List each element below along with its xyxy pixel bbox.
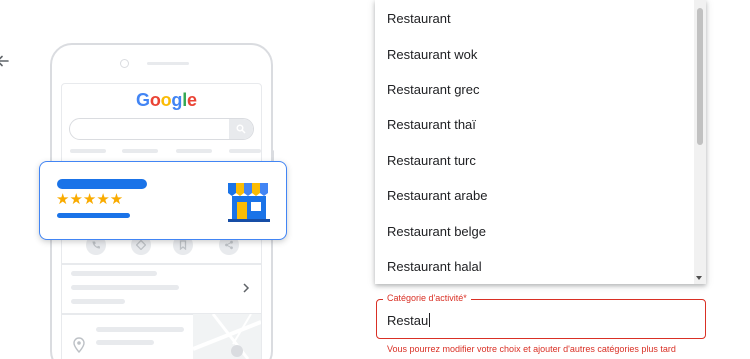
logo-letter: e — [187, 90, 197, 110]
placeholder-line — [71, 299, 125, 304]
placeholder-line — [96, 340, 154, 345]
scrollbar-thumb[interactable] — [697, 8, 703, 145]
logo-letter: o — [149, 90, 161, 110]
dropdown-option[interactable]: Restaurant turc — [375, 143, 693, 178]
logo-letter: g — [171, 90, 183, 110]
scroll-down-arrow-icon[interactable] — [696, 276, 702, 280]
dropdown-option[interactable]: Restaurant grec — [375, 72, 693, 107]
business-info-placeholder — [57, 213, 130, 218]
search-icon — [229, 119, 253, 139]
rating-stars: ★★★★★ — [56, 191, 124, 208]
dropdown-option[interactable]: Restaurant halal — [375, 249, 693, 284]
location-pin-icon — [73, 337, 85, 353]
category-input-value[interactable]: Restau — [387, 313, 428, 328]
placeholder-line — [71, 271, 157, 276]
dropdown-option[interactable]: Restaurant thaï — [375, 107, 693, 142]
text-caret — [429, 313, 431, 327]
business-name-placeholder — [57, 179, 147, 189]
google-logo: Google — [136, 90, 197, 111]
dropdown-option[interactable]: Restaurant — [375, 1, 693, 36]
category-helper-text: Vous pourrez modifier votre choix et ajo… — [387, 344, 676, 354]
chevron-right-icon — [243, 283, 250, 293]
category-input-field[interactable]: Restau — [376, 299, 706, 339]
category-suggestions-dropdown[interactable]: Restaurant Restaurant wok Restaurant gre… — [375, 0, 706, 284]
phone-speaker — [147, 62, 189, 65]
category-input[interactable]: Restau — [387, 313, 431, 328]
mock-tab — [229, 149, 261, 153]
logo-letter: o — [160, 90, 172, 110]
placeholder-line — [96, 327, 184, 332]
mock-tab — [70, 149, 106, 153]
mock-tab — [176, 149, 212, 153]
mock-search-bar — [69, 118, 254, 140]
mock-tab — [122, 149, 158, 153]
divider — [62, 263, 261, 265]
dropdown-scrollbar[interactable] — [694, 0, 706, 284]
back-arrow-icon[interactable] — [0, 52, 12, 70]
logo-letter: G — [136, 90, 150, 110]
dropdown-option[interactable]: Restaurant arabe — [375, 178, 693, 213]
phone-camera — [120, 59, 129, 68]
category-field-label: Catégorie d'activité* — [383, 293, 471, 304]
business-card: ★★★★★ — [39, 161, 287, 240]
dropdown-option[interactable]: Restaurant wok — [375, 37, 693, 72]
placeholder-line — [71, 285, 179, 290]
mini-map — [193, 314, 261, 359]
storefront-icon — [228, 183, 270, 222]
dropdown-option[interactable]: Restaurant belge — [375, 214, 693, 249]
